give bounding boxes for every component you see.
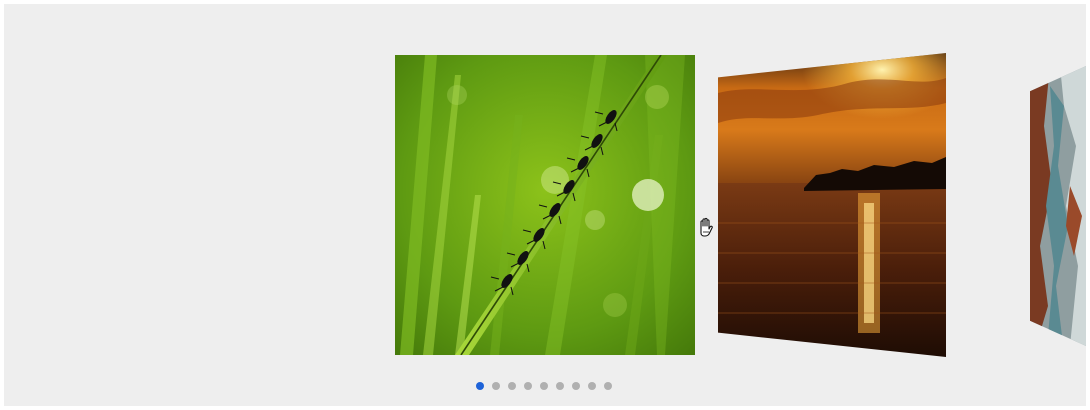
slide-sunset-lake[interactable] <box>718 53 946 357</box>
pagination-dot-8[interactable] <box>588 382 596 390</box>
carousel-container[interactable] <box>4 4 1086 406</box>
pagination-dot-7[interactable] <box>572 382 580 390</box>
slide-coastal-rocks[interactable] <box>1030 66 1086 346</box>
grab-hand-icon <box>696 216 716 238</box>
pagination-dot-2[interactable] <box>492 382 500 390</box>
carousel-pagination <box>4 382 1086 394</box>
pagination-dot-9[interactable] <box>604 382 612 390</box>
grass-ants-image <box>395 55 695 355</box>
pagination-dot-4[interactable] <box>524 382 532 390</box>
pagination-dot-1[interactable] <box>476 382 484 390</box>
pagination-dot-3[interactable] <box>508 382 516 390</box>
coastal-rocks-image <box>1030 66 1086 346</box>
sunset-lake-image <box>718 53 946 357</box>
pagination-dot-5[interactable] <box>540 382 548 390</box>
pagination-dot-6[interactable] <box>556 382 564 390</box>
slide-grass-ants[interactable] <box>395 55 695 355</box>
